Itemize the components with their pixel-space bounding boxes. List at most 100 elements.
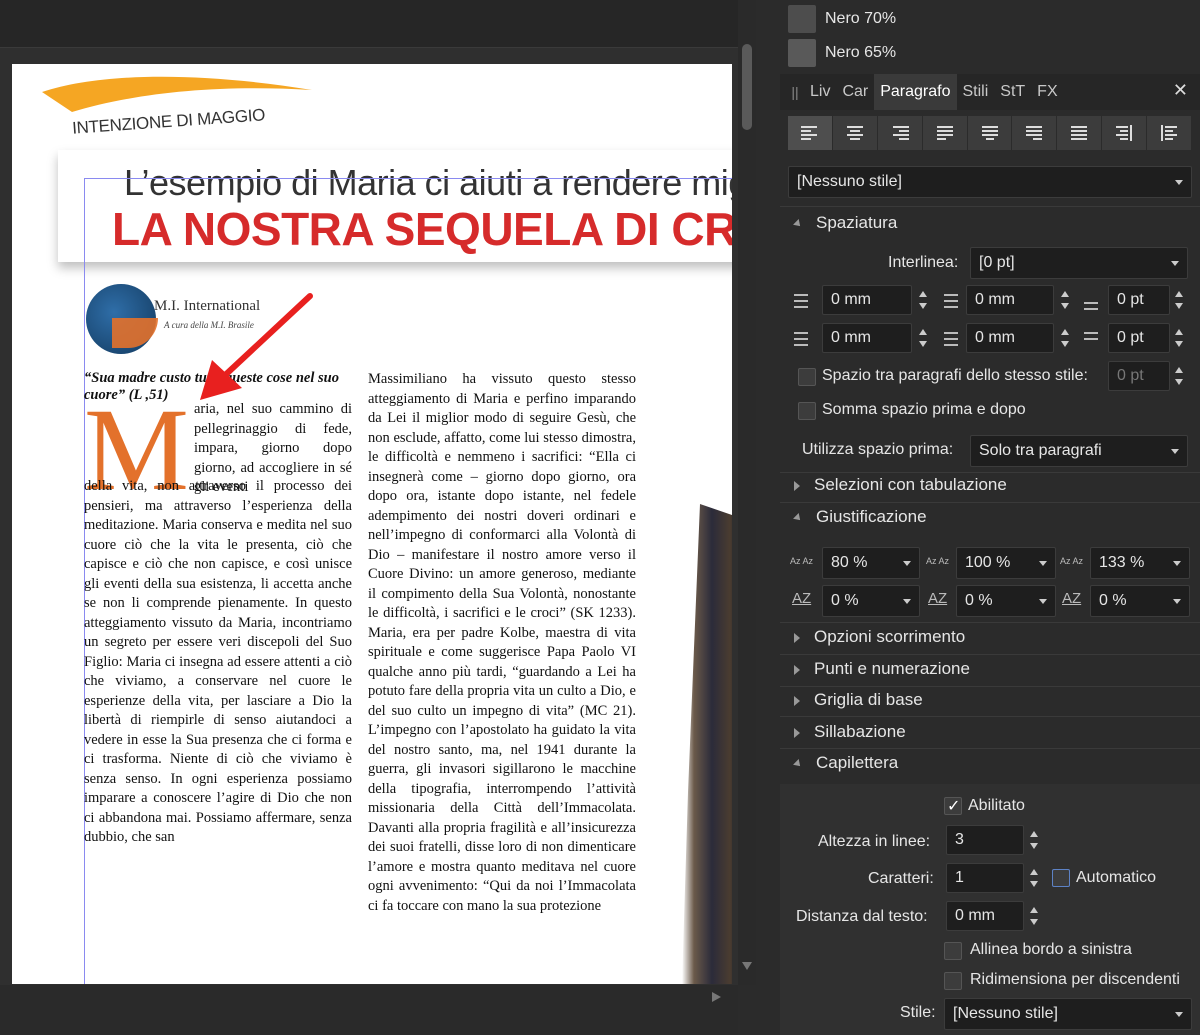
letter-spacing-min-icon: AZ [792,590,812,607]
article-column-1[interactable]: della vita, non attraverso il processo d… [84,477,352,848]
interlinea-label: Interlinea: [888,254,959,271]
expanded-icon [793,512,803,523]
justify-left-button[interactable] [922,116,968,150]
left-indent-stepper[interactable] [916,285,930,315]
dropcap-distance-stepper[interactable] [1027,901,1041,931]
dropcap-distance-field[interactable]: 0 mm [946,901,1024,931]
last-line-indent-field[interactable]: 0 mm [966,323,1054,353]
dropcap-resize-checkbox[interactable] [944,972,962,990]
interlinea-select[interactable]: [0 pt] [970,247,1188,279]
align-left-button[interactable] [788,116,833,150]
tab-fx[interactable]: FX [1031,74,1063,110]
word-spacing-max-value: 133 % [1099,554,1145,571]
align-center-button[interactable] [832,116,878,150]
align-away-spine-button[interactable] [1147,116,1193,150]
space-before-field[interactable]: 0 pt [1108,285,1170,315]
mi-logo-accent [112,318,158,348]
align-left-icon [800,126,817,140]
first-line-indent-field[interactable]: 0 mm [966,285,1054,315]
dropcap-align-left-label: Allinea bordo a sinistra [970,941,1132,958]
document-page[interactable]: INTENZIONE DI MAGGIO L’esempio di Maria … [12,64,732,984]
space-after-icon [1080,328,1102,350]
swatch-chip [788,39,816,67]
align-right-button[interactable] [877,116,923,150]
space-before-stepper[interactable] [1172,285,1186,315]
section-giustificazione[interactable]: Giustificazione [788,502,1192,532]
same-style-spacing-stepper[interactable] [1172,361,1186,391]
word-spacing-max-select[interactable]: 133 % [1090,547,1190,579]
dropcap-align-left-checkbox[interactable] [944,942,962,960]
justify-left-icon [936,126,953,140]
headline-line-1: L’esempio di Maria ci aiuti a rendere mi… [124,162,732,203]
last-line-indent-stepper[interactable] [1058,323,1072,353]
section-selezioni-tabulazione[interactable]: Selezioni con tabulazione [788,470,1192,500]
tab-liv[interactable]: Liv [804,74,836,110]
article-column-2[interactable]: Massimiliano ha vissuto questo stesso at… [368,370,636,916]
right-indent-field[interactable]: 0 mm [822,323,912,353]
tab-stili[interactable]: Stili [957,74,995,110]
tab-car[interactable]: Car [836,74,874,110]
chevron-down-icon [1171,261,1179,266]
swatch-row[interactable]: Nero 70% [788,5,896,33]
dropcap-style-select[interactable]: [Nessuno stile] [944,998,1192,1030]
expanded-icon [793,758,803,769]
scrollbar-thumb[interactable] [742,44,752,130]
dropcap-chars-stepper[interactable] [1027,863,1041,893]
scroll-down-icon[interactable] [742,962,752,970]
paragraph-style-value: [Nessuno stile] [797,173,902,190]
article-image [682,504,732,984]
right-indent-stepper[interactable] [916,323,930,353]
play-icon[interactable] [712,992,721,1002]
swatch-label: Nero 70% [825,10,897,27]
paragraph-style-select[interactable]: [Nessuno stile] [788,166,1192,198]
section-griglia-base[interactable]: Griglia di base [788,685,1192,715]
first-line-indent-stepper[interactable] [1058,285,1072,315]
justify-all-button[interactable] [1057,116,1103,150]
align-away-spine-icon [1161,125,1178,141]
section-capilettera[interactable]: Capilettera [788,748,1192,778]
swatch-row[interactable]: Nero 65% [788,39,896,67]
dropcap-chars-field[interactable]: 1 [946,863,1024,893]
letter-spacing-max-select[interactable]: 0 % [1090,585,1190,617]
word-spacing-desired-select[interactable]: 100 % [956,547,1056,579]
dropcap-auto-label: Automatico [1076,869,1157,886]
word-spacing-desired-icon: Az Az [926,556,950,566]
chevron-down-icon [1039,561,1047,566]
space-after-stepper[interactable] [1172,323,1186,353]
close-icon[interactable]: ✕ [1173,80,1188,101]
same-style-spacing-field[interactable]: 0 pt [1108,361,1170,391]
swatch-label: Nero 65% [825,44,897,61]
vertical-scrollbar[interactable] [738,0,756,985]
document-bottom-bar [0,985,738,1035]
dropcap-enabled-checkbox[interactable] [944,796,962,816]
section-title: Opzioni scorrimento [814,627,966,646]
same-style-spacing-checkbox[interactable] [798,368,816,386]
left-indent-field[interactable]: 0 mm [822,285,912,315]
word-spacing-min-select[interactable]: 80 % [822,547,920,579]
section-sillabazione[interactable]: Sillabazione [788,717,1192,747]
section-opzioni-scorrimento[interactable]: Opzioni scorrimento [788,622,1192,652]
tab-paragrafo[interactable]: Paragrafo [874,74,957,110]
interlinea-value: [0 pt] [979,254,1015,271]
space-after-field[interactable]: 0 pt [1108,323,1170,353]
panel-grip-icon[interactable]: || [786,84,804,100]
paragraph-panel: Nero 70% Nero 65% || Liv Car Paragrafo S… [780,0,1200,1035]
justify-right-button[interactable] [1012,116,1058,150]
dropcap-height-stepper[interactable] [1027,825,1041,855]
section-title: Griglia di base [814,690,923,709]
use-space-before-select[interactable]: Solo tra paragrafi [970,435,1188,467]
chevron-down-icon [903,599,911,604]
tab-stt[interactable]: StT [994,74,1031,110]
alignment-buttons [788,116,1193,150]
justify-center-button[interactable] [967,116,1013,150]
same-style-spacing-label: Spazio tra paragrafi dello stesso stile: [822,367,1088,384]
dropcap-auto-checkbox[interactable] [1052,869,1070,887]
letter-spacing-desired-select[interactable]: 0 % [956,585,1056,617]
letter-spacing-min-select[interactable]: 0 % [822,585,920,617]
dropcap-style-value: [Nessuno stile] [953,1005,1058,1022]
section-spaziatura[interactable]: Spaziatura [788,208,1192,238]
sum-spacing-checkbox[interactable] [798,402,816,420]
align-towards-spine-button[interactable] [1102,116,1148,150]
section-punti-numerazione[interactable]: Punti e numerazione [788,654,1192,684]
dropcap-height-field[interactable]: 3 [946,825,1024,855]
